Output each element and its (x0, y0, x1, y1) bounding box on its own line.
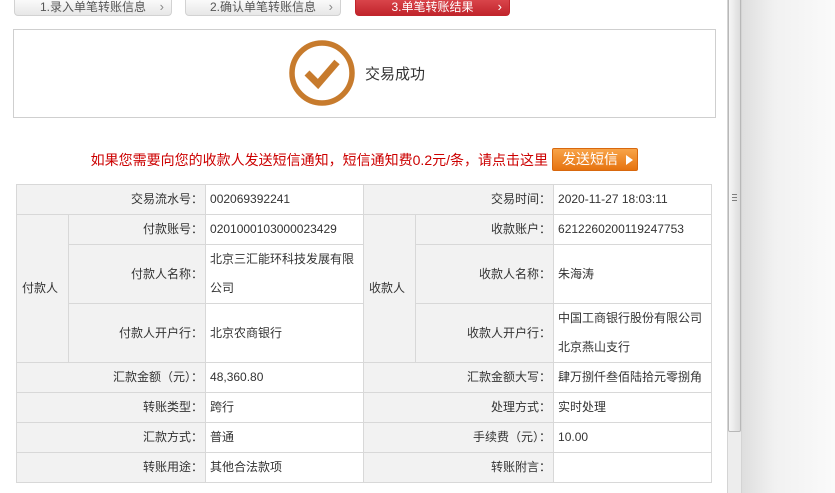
payer-bank-label: 付款人开户行： (67, 303, 207, 363)
chevron-right-icon (498, 0, 502, 13)
scrollbar-grip-icon (732, 194, 737, 195)
payee-name-value: 朱海涛 (553, 244, 713, 304)
payer-name-value: 北京三汇能环科技发展有限公司 (205, 244, 365, 304)
amount-words-value: 肆万捌仟叁佰陆拾元零捌角 (553, 362, 713, 393)
remit-method-value: 普通 (205, 422, 365, 453)
vertical-scrollbar-thumb[interactable] (728, 0, 741, 432)
payee-bank-label: 收款人开户行： (415, 303, 555, 363)
transaction-status: 交易成功 (365, 66, 426, 83)
window-background (742, 0, 835, 493)
table-row: 转账用途： 其他合法款项 转账附言： (15, 452, 713, 483)
step-tab-result: 3.单笔转账结果 (355, 0, 510, 16)
purpose-label: 转账用途： (15, 452, 207, 483)
step-tab-enter-info: 1.录入单笔转账信息 (14, 0, 172, 16)
result-panel: 交易成功 (13, 29, 716, 118)
table-row: 付款人 付款账号： 0201000103000023429 收款人 收款账户： … (16, 214, 713, 363)
payer-account-label: 付款账号： (67, 214, 207, 245)
payee-bank-value: 中国工商银行股份有限公司北京燕山支行 (553, 303, 713, 363)
payee-account-label: 收款账户： (415, 214, 555, 245)
fee-label: 手续费（元）： (363, 422, 555, 453)
table-row: 交易流水号： 002069392241 交易时间： 2020-11-27 18:… (15, 184, 713, 215)
time-value: 2020-11-27 18:03:11 (553, 184, 713, 215)
processing-value: 实时处理 (553, 392, 713, 423)
send-sms-button[interactable]: 发送短信 (552, 148, 638, 171)
payee-group-label: 收款人 (363, 214, 417, 363)
remit-method-label: 汇款方式： (15, 422, 207, 453)
amount-words-label: 汇款金额大写： (363, 362, 555, 393)
transfer-type-label: 转账类型： (15, 392, 207, 423)
payee-account-value: 6212260200119247753 (553, 214, 713, 245)
payee-name-label: 收款人名称： (415, 244, 555, 304)
serial-label: 交易流水号： (15, 184, 207, 215)
step-tab-confirm-info: 2.确认单笔转账信息 (185, 0, 341, 16)
triangle-right-icon (626, 155, 633, 165)
payer-name-label: 付款人名称： (67, 244, 207, 304)
send-sms-label: 发送短信 (562, 151, 618, 167)
step-label: 3.单笔转账结果 (391, 0, 474, 14)
memo-label: 转账附言： (363, 452, 555, 483)
processing-label: 处理方式： (363, 392, 555, 423)
table-row: 汇款金额（元）： 48,360.80 汇款金额大写： 肆万捌仟叁佰陆拾元零捌角 (15, 362, 713, 393)
transfer-detail-table: 交易流水号： 002069392241 交易时间： 2020-11-27 18:… (15, 184, 713, 483)
serial-value: 002069392241 (205, 184, 365, 215)
sms-notice-text: 如果您需要向您的收款人发送短信通知，短信通知费0.2元/条，请点击这里 (90, 152, 548, 168)
step-label: 1.录入单笔转账信息 (39, 0, 146, 14)
table-row: 汇款方式： 普通 手续费（元）： 10.00 (15, 422, 713, 453)
table-row: 转账类型： 跨行 处理方式： 实时处理 (15, 392, 713, 423)
time-label: 交易时间： (363, 184, 555, 215)
payer-group-label: 付款人 (16, 214, 69, 363)
payer-account-value: 0201000103000023429 (205, 214, 365, 245)
transfer-type-value: 跨行 (205, 392, 365, 423)
chevron-right-icon (160, 0, 164, 13)
memo-value (553, 452, 713, 483)
payer-bank-value: 北京农商银行 (205, 303, 365, 363)
step-label: 2.确认单笔转账信息 (209, 0, 316, 14)
check-circle-icon (289, 40, 355, 106)
amount-label: 汇款金额（元）： (15, 362, 207, 393)
amount-value: 48,360.80 (205, 362, 365, 393)
content-frame: 1.录入单笔转账信息 2.确认单笔转账信息 3.单笔转账结果 交易成功 如果您需… (0, 0, 727, 493)
purpose-value: 其他合法款项 (205, 452, 365, 483)
fee-value: 10.00 (553, 422, 713, 453)
chevron-right-icon (329, 0, 333, 13)
